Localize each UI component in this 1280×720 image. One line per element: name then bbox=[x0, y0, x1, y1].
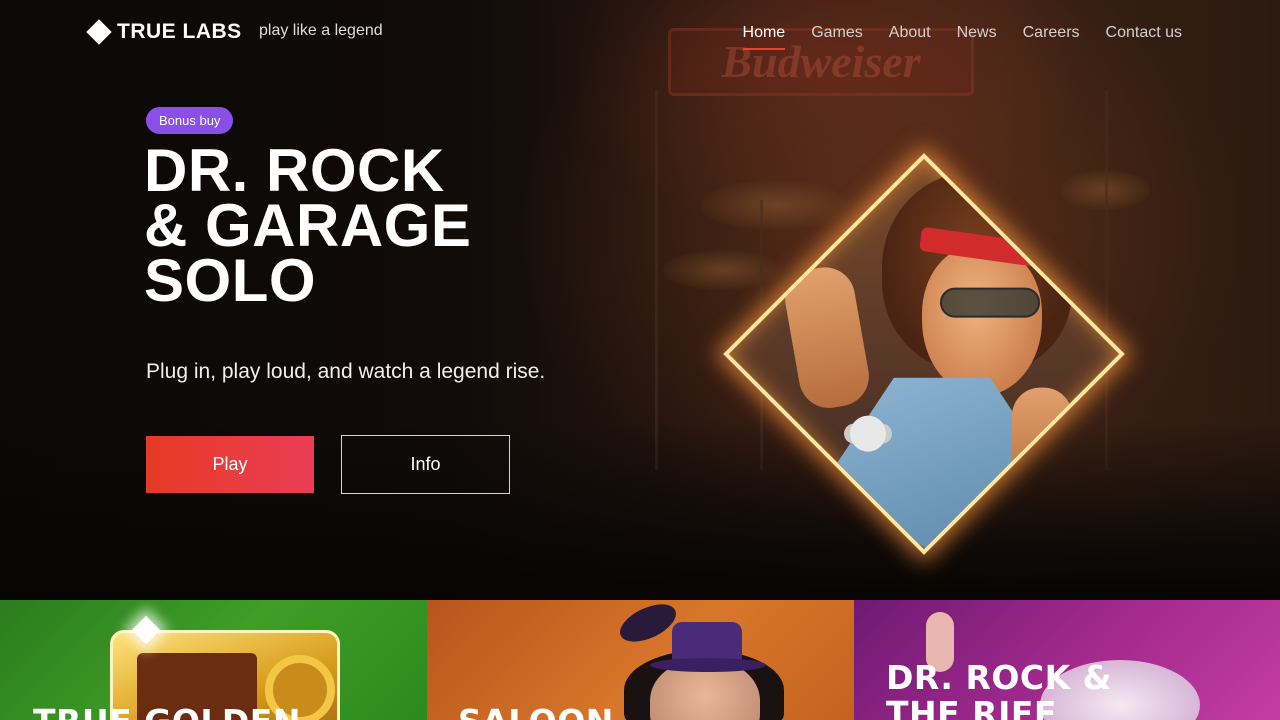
hero-title: DR. ROCK & GARAGE SOLO bbox=[144, 137, 564, 314]
hero-title-line: DR. ROCK bbox=[144, 137, 445, 204]
hero-character-artwork bbox=[722, 152, 1126, 556]
nav-games[interactable]: Games bbox=[811, 24, 863, 48]
character-right-arm bbox=[1012, 387, 1072, 498]
hat-top bbox=[672, 622, 742, 662]
card-title-line: TRUE GOLDEN bbox=[33, 704, 301, 720]
hero-title-line: SOLO bbox=[144, 247, 317, 314]
nav-contact-us[interactable]: Contact us bbox=[1106, 24, 1182, 48]
site-header: TRUE LABS play like a legend Home Games … bbox=[0, 0, 1280, 70]
card-title-line: SALOON bbox=[458, 704, 614, 720]
game-card-dr-rock-the-riff[interactable]: DR. ROCK & THE RIFF bbox=[854, 600, 1280, 720]
logo[interactable]: TRUE LABS bbox=[86, 19, 242, 45]
main-nav: Home Games About News Careers Contact us bbox=[717, 24, 1182, 50]
hero-title-line: & GARAGE bbox=[144, 192, 472, 259]
diamond-logo-icon bbox=[86, 19, 112, 45]
tagline: play like a legend bbox=[259, 22, 383, 39]
card-title: DR. ROCK & THE RIFF bbox=[886, 660, 1112, 720]
game-cards: TRUE GOLDEN SALOON DR. ROCK & THE RIFF bbox=[0, 600, 1280, 720]
hat-brim bbox=[650, 658, 766, 672]
background-stand bbox=[655, 90, 658, 470]
skull-patch-icon bbox=[850, 415, 886, 452]
card-title: TRUE GOLDEN bbox=[33, 704, 301, 720]
nav-about[interactable]: About bbox=[889, 24, 931, 48]
logo-text: TRUE LABS bbox=[117, 20, 242, 43]
card-title-line: DR. ROCK & bbox=[886, 658, 1112, 697]
game-card-true-golden[interactable]: TRUE GOLDEN bbox=[0, 600, 427, 720]
character-glasses bbox=[940, 287, 1040, 318]
hero-section: Budweiser Bonus buy DR. ROCK & GARAGE SO… bbox=[0, 0, 1280, 600]
character-left-arm bbox=[780, 262, 874, 413]
play-button[interactable]: Play bbox=[146, 436, 314, 493]
card-title: SALOON bbox=[458, 704, 614, 720]
nav-news[interactable]: News bbox=[957, 24, 997, 48]
game-card-saloon[interactable]: SALOON bbox=[427, 600, 854, 720]
nav-careers[interactable]: Careers bbox=[1023, 24, 1080, 48]
card-title-line: THE RIFF bbox=[886, 694, 1057, 720]
hero-subtitle: Plug in, play loud, and watch a legend r… bbox=[146, 360, 546, 383]
info-button[interactable]: Info bbox=[341, 435, 510, 494]
diamond-frame bbox=[723, 153, 1125, 555]
bonus-buy-badge: Bonus buy bbox=[146, 107, 234, 134]
nav-home[interactable]: Home bbox=[742, 24, 785, 50]
character-face bbox=[922, 245, 1042, 396]
